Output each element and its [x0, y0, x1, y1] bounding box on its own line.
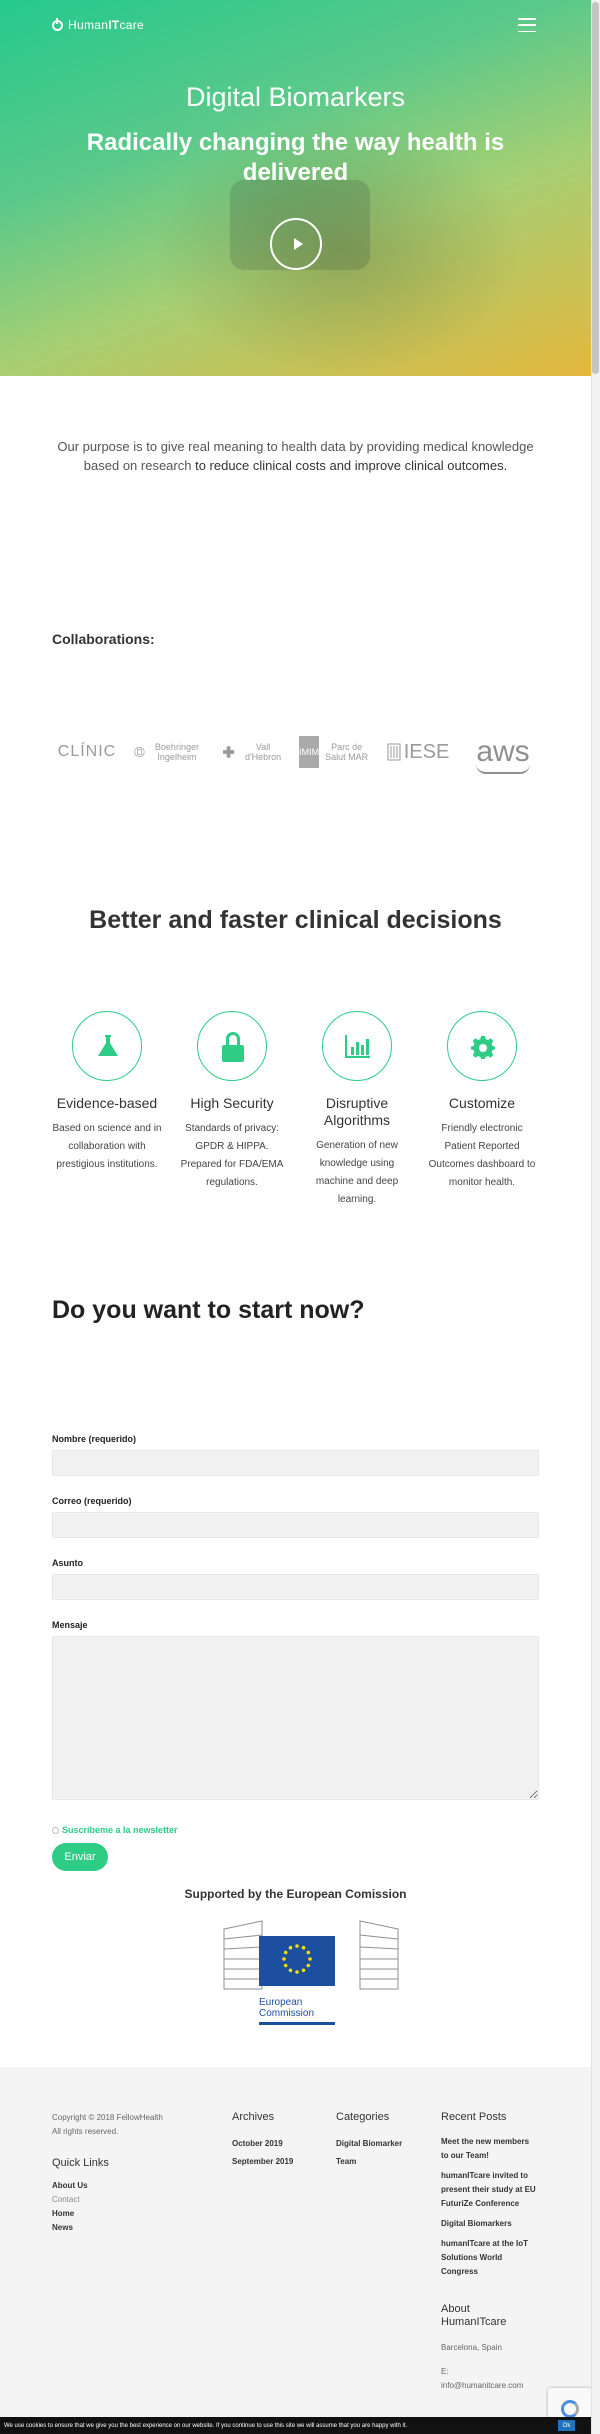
recent-post-link[interactable]: humanITcare at the IoT Solutions World C…	[441, 2237, 536, 2279]
footer-categories-column: Categories Digital Biomarker Team	[336, 2111, 426, 2171]
category-link[interactable]: Digital Biomarker	[336, 2135, 426, 2153]
features-row: Evidence-based Based on science and in c…	[52, 1011, 539, 1211]
copyright-line-2: All rights reserved.	[52, 2127, 119, 2136]
feature-text: Standards of privacy: GPDR & HIPPA. Prep…	[180, 1123, 284, 1188]
recent-post-link[interactable]: Digital Biomarkers	[441, 2217, 536, 2231]
archives-title: Archives	[232, 2111, 275, 2123]
collaborations-title: Collaborations:	[52, 631, 155, 647]
site-footer: Copyright © 2018 FellowHealth All rights…	[0, 2067, 591, 2417]
site-logo[interactable]: HumanITcare	[52, 17, 144, 32]
about-title: About HumanITcare	[441, 2303, 507, 2328]
iese-logo-text: IESE	[403, 740, 450, 763]
recent-post-link[interactable]: Meet the new members to our Team!	[441, 2135, 536, 2163]
about-location: Barcelona, Spain	[441, 2343, 502, 2352]
email-label: Correo (requerido)	[52, 1496, 132, 1506]
footer-recent-posts-column: Recent Posts Meet the new members to our…	[441, 2111, 536, 2393]
feature-text: Generation of new knowledge using machin…	[315, 1140, 399, 1205]
partner-logos: CLÍNIC Boehringer Ingelheim Vall d'Hebro…	[52, 726, 539, 782]
boehringer-logo: Boehringer Ingelheim	[134, 726, 206, 778]
eu-caption: European Commission	[259, 1997, 335, 2019]
vall-hebron-logo-text: Vall d'Hebron	[244, 742, 282, 762]
cookie-notice-text: We use cookies to ensure that we give yo…	[4, 2422, 408, 2429]
flask-icon	[98, 1035, 118, 1056]
aws-smile-mark	[476, 764, 530, 774]
archive-link[interactable]: October 2019	[232, 2135, 322, 2153]
category-link[interactable]: Team	[336, 2153, 426, 2171]
feature-customize: Customize Friendly electronic Patient Re…	[427, 1011, 537, 1192]
brand-name-prefix: Human	[68, 18, 109, 32]
page-scrollbar[interactable]	[591, 0, 600, 2434]
purpose-highlight: to reduce clinical costs and improve cli…	[195, 458, 508, 473]
footer-link-home[interactable]: Home	[52, 2207, 172, 2221]
newsletter-label: Suscríbeme a la newsletter	[62, 1825, 178, 1835]
message-field[interactable]	[52, 1636, 539, 1800]
feature-high-security: High Security Standards of privacy: GPDR…	[177, 1011, 287, 1192]
clinic-logo: CLÍNIC	[57, 743, 117, 760]
cookie-notice-bar: We use cookies to ensure that we give yo…	[0, 2417, 600, 2434]
name-field[interactable]	[52, 1450, 539, 1476]
scrollbar-thumb[interactable]	[592, 2, 599, 374]
subject-label: Asunto	[52, 1558, 83, 1568]
footer-archives-column: Archives October 2019 September 2019	[232, 2111, 322, 2171]
recent-posts-title: Recent Posts	[441, 2111, 507, 2123]
feature-text: Friendly electronic Patient Reported Out…	[428, 1123, 536, 1188]
message-label: Mensaje	[52, 1620, 88, 1630]
boehringer-logo-text: Boehringer Ingelheim	[154, 742, 199, 762]
footer-link-news[interactable]: News	[52, 2221, 172, 2235]
subject-field[interactable]	[52, 1574, 539, 1600]
gear-icon	[471, 1036, 495, 1059]
play-icon	[294, 238, 303, 250]
feature-title: Evidence-based	[56, 1095, 158, 1111]
eu-caption-line2: Commission	[259, 2008, 315, 2019]
vall-hebron-logo: Vall d'Hebron	[222, 726, 288, 778]
about-email-label: E:	[441, 2367, 449, 2376]
about-email-link[interactable]: info@humanitcare.com	[441, 2379, 536, 2393]
recaptcha-icon	[561, 2400, 579, 2418]
feature-evidence-based: Evidence-based Based on science and in c…	[52, 1011, 162, 1174]
hero-subtitle: Radically changing the way health is del…	[86, 129, 505, 186]
feature-text: Based on science and in collaboration wi…	[52, 1123, 162, 1170]
footer-info-column: Copyright © 2018 FellowHealth All rights…	[52, 2111, 172, 2235]
eu-support-title: Supported by the European Comission	[184, 1887, 407, 1901]
hero-title: Digital Biomarkers	[185, 82, 406, 112]
footer-link-contact[interactable]: Contact	[52, 2193, 172, 2207]
newsletter-option[interactable]: Suscríbeme a la newsletter	[52, 1825, 178, 1835]
eu-caption-line1: European	[259, 1997, 303, 2008]
start-now-title: Do you want to start now?	[52, 1296, 365, 1324]
play-video-button[interactable]	[270, 218, 322, 270]
brand-name-bold: IT	[108, 18, 120, 32]
feature-title: Disruptive Algorithms	[323, 1095, 391, 1128]
eu-divider	[259, 2022, 335, 2025]
categories-title: Categories	[336, 2111, 390, 2123]
cookie-ok-button[interactable]: Ok	[558, 2420, 575, 2431]
purpose-statement: Our purpose is to give real meaning to h…	[52, 437, 539, 475]
archive-link[interactable]: September 2019	[232, 2153, 322, 2171]
imim-logo-box: IMIM	[299, 736, 320, 768]
feature-disruptive-algorithms: Disruptive Algorithms Generation of new …	[302, 1011, 412, 1209]
chart-icon	[345, 1035, 370, 1058]
feature-title: Customize	[448, 1095, 516, 1111]
copyright-line-1: Copyright © 2018 FellowHealth	[52, 2113, 163, 2122]
imim-logo: IMIM Parc de Salut MAR	[299, 726, 371, 778]
footer-link-about-us[interactable]: About Us	[52, 2179, 172, 2193]
imim-logo-text: Parc de Salut MAR	[325, 742, 369, 762]
email-field[interactable]	[52, 1512, 539, 1538]
power-icon	[52, 17, 63, 31]
recent-post-link[interactable]: humanITcare invited to present their stu…	[441, 2169, 536, 2211]
feature-title: High Security	[190, 1095, 274, 1111]
hamburger-menu-icon[interactable]	[518, 18, 536, 32]
newsletter-checkbox[interactable]	[52, 1826, 59, 1834]
submit-button[interactable]: Enviar	[52, 1843, 108, 1871]
hero-banner: HumanITcare Digital Biomarkers Radically…	[0, 0, 591, 376]
brand-name-suffix: care	[119, 18, 144, 32]
name-label: Nombre (requerido)	[52, 1434, 137, 1444]
iese-logo: IESE	[382, 726, 454, 778]
quick-links-title: Quick Links	[52, 2157, 109, 2169]
decisions-title: Better and faster clinical decisions	[89, 906, 502, 934]
contact-form: Nombre (requerido) Correo (requerido) As…	[52, 1434, 539, 1800]
